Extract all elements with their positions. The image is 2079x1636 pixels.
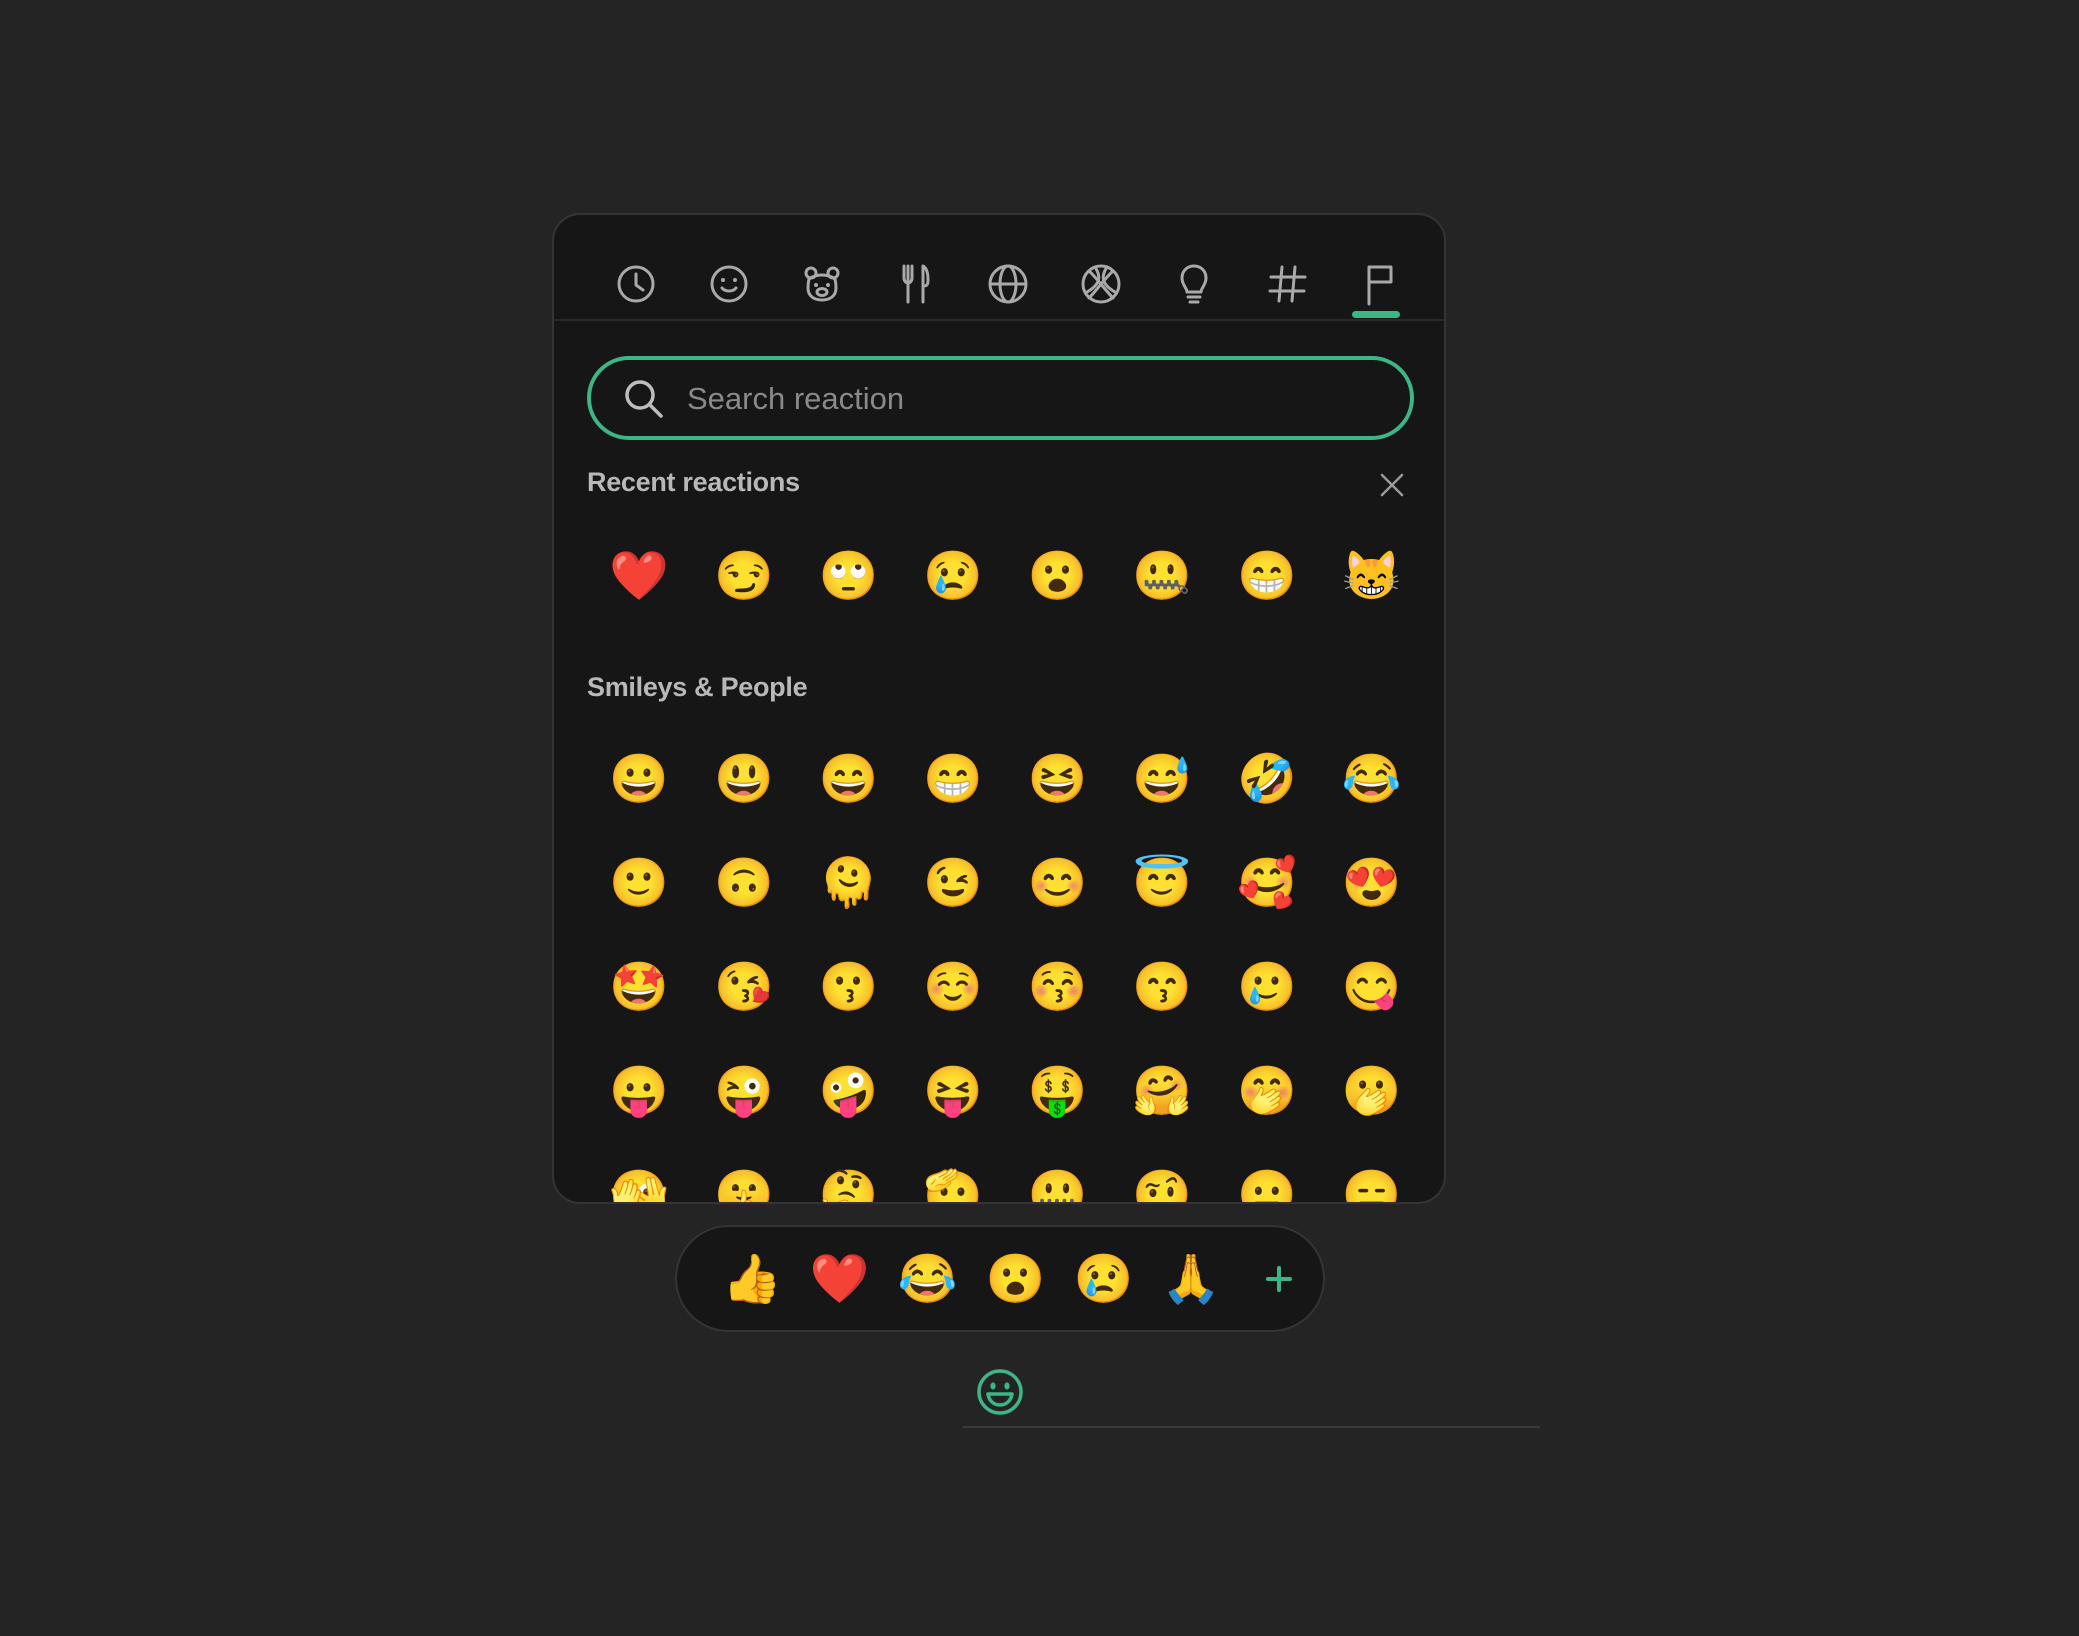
recent-emoji[interactable]: ❤️ <box>587 525 692 629</box>
smileys-emoji[interactable]: ☺️ <box>901 936 1006 1040</box>
hash-icon <box>1268 265 1307 303</box>
tab-activities[interactable] <box>1074 257 1128 311</box>
globe-icon <box>988 264 1028 304</box>
quick-reaction-button[interactable]: ❤️ <box>796 1235 884 1323</box>
smileys-emoji[interactable]: 😇 <box>1110 832 1215 936</box>
smileys-emoji[interactable]: 🫣 <box>587 1144 692 1203</box>
recent-reactions-grid: ❤️ 😏 🙄 😢 😮 🤐 😁 😸 <box>587 525 1424 629</box>
smileys-grid: 😀 😃 😄 😁 😆 😅 🤣 😂 🙂 🙃 🫠 😉 😊 😇 🥰 😍 🤩 😘 😗 ☺️ 😚 😙 🥲 😋 😛 😜 🤪 😝 🤑 🤗 🤭 🫢 🫣 🤫 🤔 🫡 🤐 🤨 😐… <box>587 728 1424 1203</box>
tab-animals[interactable] <box>795 257 849 311</box>
tab-symbols[interactable] <box>1260 257 1314 311</box>
recent-emoji[interactable]: 🙄 <box>796 525 901 629</box>
smileys-section-title: Smileys & People <box>587 672 808 702</box>
recent-emoji[interactable]: 🤐 <box>1110 525 1215 629</box>
lightbulb-icon <box>1180 264 1208 304</box>
smileys-emoji[interactable]: 😜 <box>692 1040 797 1144</box>
smileys-emoji[interactable]: 🤪 <box>796 1040 901 1144</box>
smileys-emoji[interactable]: 😛 <box>587 1040 692 1144</box>
clear-recent-button[interactable] <box>1374 467 1410 503</box>
clock-icon <box>617 265 655 303</box>
add-reaction-button[interactable] <box>975 1367 1025 1417</box>
smileys-emoji[interactable]: 😑 <box>1319 1144 1424 1203</box>
message-input-underline <box>963 1426 1540 1428</box>
tab-smileys[interactable] <box>702 257 756 311</box>
ball-icon <box>1081 264 1121 304</box>
smileys-emoji[interactable]: 🥲 <box>1215 936 1320 1040</box>
smileys-emoji[interactable]: 😍 <box>1319 832 1424 936</box>
smileys-emoji[interactable]: 🤑 <box>1005 1040 1110 1144</box>
recent-reactions-title: Recent reactions <box>587 467 800 497</box>
quick-reaction-button[interactable]: 😂 <box>884 1235 972 1323</box>
smileys-emoji[interactable]: 🤫 <box>692 1144 797 1203</box>
smileys-emoji[interactable]: 🤨 <box>1110 1144 1215 1203</box>
recent-emoji[interactable]: 😢 <box>901 525 1006 629</box>
smileys-emoji[interactable]: 🤔 <box>796 1144 901 1203</box>
recent-emoji[interactable]: 😸 <box>1319 525 1424 629</box>
smileys-emoji[interactable]: 🤐 <box>1005 1144 1110 1203</box>
smileys-emoji[interactable]: 😅 <box>1110 728 1215 832</box>
close-icon <box>1380 473 1404 497</box>
category-tabs <box>554 215 1444 321</box>
flag-icon <box>1367 265 1393 306</box>
smileys-emoji[interactable]: 😙 <box>1110 936 1215 1040</box>
smileys-emoji[interactable]: 🤗 <box>1110 1040 1215 1144</box>
quick-reaction-button[interactable]: 🙏 <box>1147 1235 1235 1323</box>
quick-reaction-button[interactable]: 👍 <box>708 1235 796 1323</box>
tab-objects[interactable] <box>1167 257 1221 311</box>
smiley-icon <box>710 265 748 303</box>
plus-icon <box>1266 1265 1293 1292</box>
smileys-emoji[interactable]: 🤣 <box>1215 728 1320 832</box>
bear-icon <box>804 266 840 302</box>
tab-recent[interactable] <box>609 257 663 311</box>
smileys-emoji[interactable]: 😄 <box>796 728 901 832</box>
smileys-emoji[interactable]: 😂 <box>1319 728 1424 832</box>
quick-reactions-bar: 👍 ❤️ 😂 😮 😢 🙏 <box>675 1225 1325 1332</box>
recent-emoji[interactable]: 😏 <box>692 525 797 629</box>
smileys-emoji[interactable]: 😁 <box>901 728 1006 832</box>
smileys-emoji[interactable]: 🫠 <box>796 832 901 936</box>
fork-knife-icon <box>902 264 930 304</box>
active-tab-indicator <box>1352 311 1400 318</box>
quick-reaction-button[interactable]: 😮 <box>972 1235 1060 1323</box>
smileys-emoji[interactable]: 🥰 <box>1215 832 1320 936</box>
smileys-emoji[interactable]: 😐 <box>1215 1144 1320 1203</box>
smiley-icon <box>977 1369 1023 1415</box>
smileys-emoji[interactable]: 😝 <box>901 1040 1006 1144</box>
emoji-picker: Recent reactions ❤️😏🙄😢😮🤐😁😸 Smileys & Peo… <box>552 213 1446 1204</box>
recent-emoji[interactable]: 😁 <box>1215 525 1320 629</box>
search-field[interactable] <box>587 356 1414 440</box>
tab-flags[interactable] <box>1353 257 1407 311</box>
smileys-emoji[interactable]: 😚 <box>1005 936 1110 1040</box>
tab-food[interactable] <box>888 257 942 311</box>
smileys-emoji[interactable]: 😋 <box>1319 936 1424 1040</box>
smileys-emoji[interactable]: 😘 <box>692 936 797 1040</box>
smileys-emoji[interactable]: 😊 <box>1005 832 1110 936</box>
search-icon <box>625 380 663 418</box>
tab-travel[interactable] <box>981 257 1035 311</box>
smileys-emoji[interactable]: 🫡 <box>901 1144 1006 1203</box>
recent-emoji[interactable]: 😮 <box>1005 525 1110 629</box>
smileys-emoji[interactable]: 😗 <box>796 936 901 1040</box>
smileys-emoji[interactable]: 😃 <box>692 728 797 832</box>
quick-reaction-button[interactable]: 😢 <box>1059 1235 1147 1323</box>
smileys-emoji[interactable]: 🫢 <box>1319 1040 1424 1144</box>
smileys-emoji[interactable]: 🙂 <box>587 832 692 936</box>
smileys-emoji[interactable]: 🙃 <box>692 832 797 936</box>
smileys-emoji[interactable]: 😉 <box>901 832 1006 936</box>
smileys-emoji[interactable]: 🤭 <box>1215 1040 1320 1144</box>
more-reactions-button[interactable] <box>1235 1235 1323 1323</box>
smileys-emoji[interactable]: 🤩 <box>587 936 692 1040</box>
search-input[interactable] <box>685 370 1379 428</box>
smileys-emoji[interactable]: 😆 <box>1005 728 1110 832</box>
smileys-emoji[interactable]: 😀 <box>587 728 692 832</box>
